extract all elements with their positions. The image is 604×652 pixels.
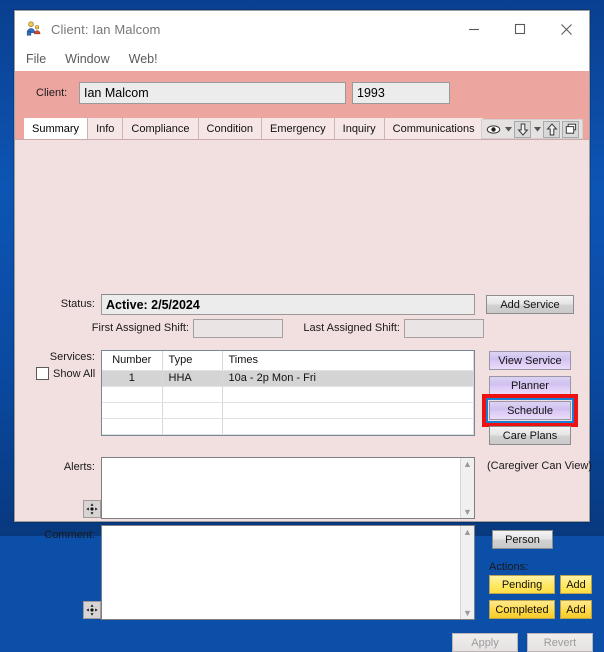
maximize-icon[interactable] (497, 11, 543, 47)
first-assigned-shift-input[interactable] (193, 319, 283, 338)
menu-web[interactable]: Web! (129, 52, 158, 66)
actions-label: Actions: (489, 561, 528, 573)
show-all-label: Show All (53, 368, 95, 380)
comment-label: Comment: (29, 529, 95, 541)
comment-scrollbar[interactable]: ▲ ▼ (460, 526, 474, 619)
cell-times (222, 434, 474, 436)
tab-condition[interactable]: Condition (198, 118, 261, 139)
cell-times (222, 402, 474, 418)
cell-times (222, 386, 474, 402)
table-row[interactable] (102, 418, 474, 434)
menubar: File Window Web! (15, 47, 589, 71)
alerts-scrollbar[interactable]: ▲ ▼ (460, 458, 474, 518)
window-titlebar[interactable]: Client: Ian Malcom (15, 11, 589, 47)
cell-type (162, 402, 222, 418)
last-assigned-shift-label: Last Assigned Shift: (294, 322, 400, 334)
download-dropdown-caret-icon[interactable] (533, 121, 541, 138)
tab-toolbar (481, 119, 583, 139)
cell-number (102, 434, 162, 436)
window-controls (451, 11, 589, 47)
client-header: Client: (15, 71, 589, 118)
close-icon[interactable] (543, 11, 589, 47)
menu-window[interactable]: Window (65, 52, 109, 66)
scroll-up-icon[interactable]: ▲ (463, 528, 472, 536)
services-table[interactable]: Number Type Times 1 HHA 10a - 2p Mon - F… (101, 350, 475, 436)
cell-number (102, 418, 162, 434)
care-plans-button[interactable]: Care Plans (489, 426, 571, 445)
minimize-icon[interactable] (451, 11, 497, 47)
people-icon (25, 20, 43, 38)
cell-type (162, 386, 222, 402)
caregiver-can-view-note: (Caregiver Can View) (487, 460, 592, 472)
schedule-button[interactable]: Schedule (489, 401, 571, 420)
alerts-label: Alerts: (39, 461, 95, 473)
window-title: Client: Ian Malcom (51, 22, 160, 37)
restore-window-icon[interactable] (562, 121, 579, 138)
pending-button[interactable]: Pending (489, 575, 555, 594)
comment-text[interactable] (102, 526, 460, 619)
scroll-down-icon[interactable]: ▼ (463, 609, 472, 617)
client-id-input[interactable] (352, 82, 450, 104)
alerts-text[interactable] (102, 458, 460, 518)
client-window: Client: Ian Malcom File Window Web! Clie… (14, 10, 590, 522)
person-button[interactable]: Person (492, 530, 553, 549)
tab-strip: Summary Info Compliance Condition Emerge… (15, 118, 589, 139)
scroll-down-icon[interactable]: ▼ (463, 508, 472, 516)
table-header-row: Number Type Times (102, 351, 474, 370)
cell-type: HHA (162, 370, 222, 386)
column-header-type[interactable]: Type (162, 351, 222, 370)
cell-number (102, 402, 162, 418)
add-completed-button[interactable]: Add (560, 600, 592, 619)
cell-times (222, 418, 474, 434)
comment-move-handle-icon[interactable] (83, 601, 101, 619)
view-service-button[interactable]: View Service (489, 351, 571, 370)
table-row[interactable] (102, 402, 474, 418)
scroll-up-icon[interactable]: ▲ (463, 460, 472, 468)
tab-inquiry[interactable]: Inquiry (334, 118, 384, 139)
summary-tab-panel: Status: First Assigned Shift: Last Assig… (15, 139, 589, 521)
checkbox-box-icon (36, 367, 49, 380)
services-label: Services: (35, 351, 95, 363)
comment-textarea[interactable]: ▲ ▼ (101, 525, 475, 620)
tab-compliance[interactable]: Compliance (122, 118, 197, 139)
tab-info[interactable]: Info (87, 118, 122, 139)
arrow-down-icon[interactable] (514, 121, 531, 138)
arrow-up-icon[interactable] (543, 121, 560, 138)
eye-icon[interactable] (485, 121, 502, 138)
apply-button[interactable]: Apply (452, 633, 518, 652)
table-row[interactable] (102, 434, 474, 436)
cell-type (162, 418, 222, 434)
client-label: Client: (36, 87, 67, 99)
table-row[interactable] (102, 386, 474, 402)
column-header-number[interactable]: Number (102, 351, 162, 370)
tab-communications[interactable]: Communications (384, 118, 483, 139)
cell-number: 1 (102, 370, 162, 386)
alerts-move-handle-icon[interactable] (83, 500, 101, 518)
add-pending-button[interactable]: Add (560, 575, 592, 594)
show-all-checkbox[interactable]: Show All (36, 367, 95, 380)
cell-type (162, 434, 222, 436)
planner-button[interactable]: Planner (489, 376, 571, 395)
revert-button[interactable]: Revert (527, 633, 593, 652)
add-service-button[interactable]: Add Service (486, 295, 574, 314)
completed-button[interactable]: Completed (489, 600, 555, 619)
menu-file[interactable]: File (26, 52, 46, 66)
tab-summary[interactable]: Summary (24, 118, 87, 139)
status-input[interactable] (101, 294, 475, 315)
cell-times: 10a - 2p Mon - Fri (222, 370, 474, 386)
eye-dropdown-caret-icon[interactable] (504, 121, 512, 138)
status-label: Status: (41, 298, 95, 310)
last-assigned-shift-input[interactable] (404, 319, 484, 338)
table-row[interactable]: 1 HHA 10a - 2p Mon - Fri (102, 370, 474, 386)
client-name-input[interactable] (79, 82, 346, 104)
alerts-textarea[interactable]: ▲ ▼ (101, 457, 475, 519)
tab-emergency[interactable]: Emergency (261, 118, 334, 139)
cell-number (102, 386, 162, 402)
column-header-times[interactable]: Times (222, 351, 474, 370)
first-assigned-shift-label: First Assigned Shift: (83, 322, 189, 334)
